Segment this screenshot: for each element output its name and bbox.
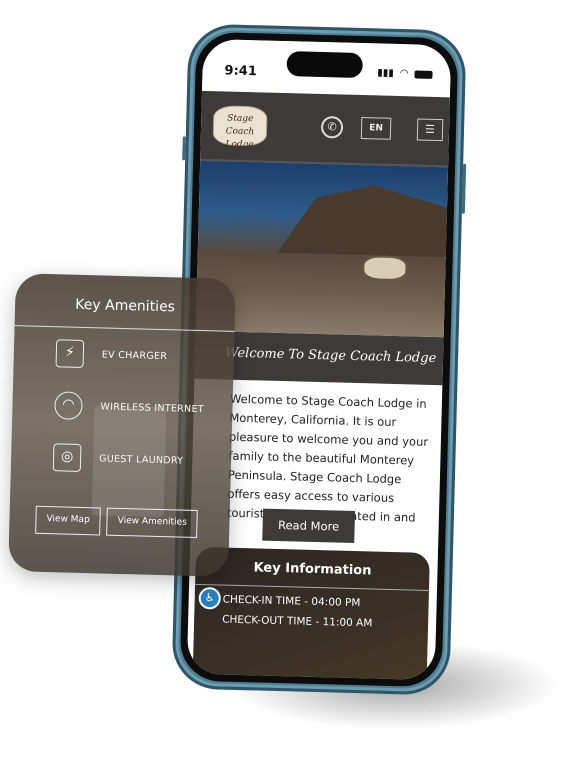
view-amenities-button[interactable]: View Amenities	[106, 507, 199, 539]
amenities-title: Key Amenities	[75, 296, 176, 316]
amenity-buttons: View Map View Amenities	[35, 505, 199, 539]
wifi-sign-photo	[91, 405, 167, 518]
battery-icon	[414, 69, 433, 79]
laundry-icon: ◎	[52, 443, 82, 472]
menu-icon[interactable]: ☰	[416, 118, 444, 142]
language-button[interactable]: EN	[360, 117, 392, 140]
dynamic-island	[286, 51, 364, 79]
lodge-sign	[362, 255, 408, 282]
status-icons: ▮▮▮ ◠	[377, 67, 433, 79]
status-bar: 9:41 ▮▮▮ ◠	[201, 38, 452, 98]
key-information-title: Key Information	[253, 560, 372, 579]
ev-charger-icon: ⚡	[55, 339, 85, 368]
read-more-button[interactable]: Read More	[262, 508, 356, 543]
wifi-status-icon: ◠	[399, 68, 409, 80]
amenity-label: EV CHARGER	[101, 348, 168, 362]
wifi-icon: ◠	[54, 391, 83, 420]
logo[interactable]: Stage Coach Lodge	[212, 105, 268, 150]
signal-icon: ▮▮▮	[377, 67, 394, 79]
amenity-item: ⚡ EV CHARGER	[13, 326, 234, 384]
phone-side-button	[461, 163, 467, 214]
phone-side-button	[182, 136, 186, 161]
key-information-card: Key Information ♿ CHECK-IN TIME - 04:00 …	[192, 546, 430, 681]
amenities-card: Key Amenities ⚡ EV CHARGER ◠ WIRELESS IN…	[8, 273, 236, 577]
view-map-button[interactable]: View Map	[35, 505, 102, 536]
phone-icon[interactable]: ✆	[320, 115, 344, 139]
welcome-body: Welcome to Stage Coach Lodge in Monterey…	[226, 391, 429, 525]
status-time: 9:41	[224, 63, 258, 80]
site-header: Stage Coach Lodge ✆ EN ☰	[200, 90, 450, 168]
lodge-building	[258, 182, 450, 257]
